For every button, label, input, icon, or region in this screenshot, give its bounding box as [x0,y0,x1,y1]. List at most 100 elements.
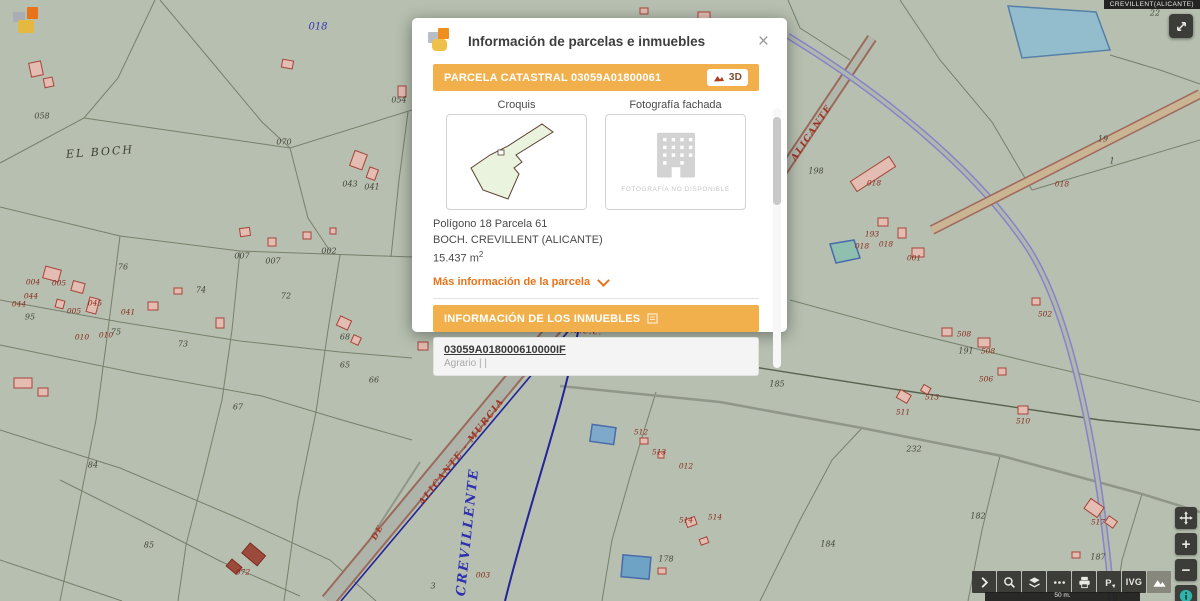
map-label: 22 [1150,9,1160,18]
zoom-out-button[interactable]: − [1175,559,1197,581]
ivg-button[interactable]: IVG [1122,571,1146,593]
map-label: 005 [67,307,81,316]
map-label: 67 [233,403,243,412]
fachada-label: Fotografía fachada [605,99,746,111]
map-label: 018 [867,179,881,188]
croquis-label: Croquis [446,99,587,111]
map-label: 018 [855,242,869,251]
map-label: 513 [925,393,939,402]
logo-yellow-square [18,20,34,33]
map-label: 508 [957,330,971,339]
map-label: 054 [391,96,406,105]
map-label: 73 [178,340,188,349]
inmueble-ref-link[interactable]: 03059A018000610000IF [444,344,748,356]
map-label: 004 [26,278,40,287]
map-label: 85 [144,541,154,550]
map-label: 184 [820,540,835,549]
pin-p-icon: P [1102,575,1117,590]
map-label: 502 [1038,310,1052,319]
view-3d-button[interactable]: 3D [707,69,748,86]
chevron-right-icon [977,575,992,590]
fachada-box: FOTOGRAFÍA NO DISPONIBLE [605,114,746,210]
no-photo-label: FOTOGRAFÍA NO DISPONIBLE [621,186,730,193]
map-label: 76 [118,263,128,272]
layers-icon [1027,575,1042,590]
fullscreen-button[interactable] [1169,14,1193,38]
map-controls: +− [1175,507,1197,601]
scale-bar: 50 m. [985,592,1140,601]
parcel-detail-line1: Polígono 18 Parcela 61 [433,217,759,233]
map-label: 510 [1016,417,1030,426]
printer-icon [1077,575,1092,590]
inmueble-type: Agrario | | [444,358,748,369]
map-label: 010 [75,333,89,342]
modal-header: Información de parcelas e inmuebles × [412,18,787,64]
map-label: 191 [958,347,973,356]
scale-label: 50 m. [1054,593,1070,600]
map-label: 041 [364,183,379,192]
map-label: 198 [808,167,823,176]
map-label: 1 [1109,157,1114,166]
inmuebles-banner: INFORMACIÓN DE LOS INMUEBLES [433,305,759,332]
map-label: 512 [634,428,648,437]
svg-text:P: P [1105,577,1111,587]
map-label: 005 [52,279,66,288]
map-label: 232 [906,445,921,454]
measure-button[interactable] [1047,571,1071,593]
scrollbar-thumb[interactable] [773,117,781,205]
parcel-details: Polígono 18 Parcela 61 BOCH. CREVILLENT … [433,217,759,267]
map-label: 044 [12,300,26,309]
map-label: 010 [99,331,113,340]
info-button[interactable] [1175,585,1197,601]
modal-scrollbar[interactable] [773,108,781,368]
view-3d-label: 3D [729,72,742,83]
info-icon [1178,588,1194,601]
document-icon [647,313,658,324]
ivg-button-label: IVG [1126,577,1142,587]
map-label: 65 [340,361,350,370]
map-label: 187 [1090,553,1105,562]
pin-button[interactable]: P [1097,571,1121,593]
map-label: 043 [342,180,357,189]
map-label: 72 [281,292,291,301]
layers-button[interactable] [1022,571,1046,593]
photo-panels: Croquis Fotografía fachada [433,99,759,210]
terrain-3d-button[interactable] [1147,571,1171,593]
search-button[interactable] [997,571,1021,593]
inmueble-card: 03059A018000610000IF Agrario | | [433,337,759,376]
map-label: 74 [196,286,206,295]
3d-icon [713,73,725,83]
map-label: 193 [865,230,879,239]
inmuebles-banner-label: INFORMACIÓN DE LOS INMUEBLES [444,313,640,325]
print-button[interactable] [1072,571,1096,593]
map-label: 058 [34,112,49,121]
map-label: 018 [1055,180,1069,189]
map-label: 68 [340,333,350,342]
map-label: 508 [981,347,995,356]
building-icon [655,131,697,181]
more-info-link[interactable]: Más información de la parcela [433,276,759,288]
mountain-icon [1152,575,1167,590]
expand-toolbar-button[interactable] [972,571,996,593]
parcel-info-modal: Información de parcelas e inmuebles × PA… [412,18,787,332]
map-label: 178 [658,555,673,564]
close-icon[interactable]: × [754,30,773,53]
map-label: 514 [679,516,693,525]
map-label: 070 [276,138,291,147]
modal-body: PARCELA CATASTRAL 03059A01800061 3D Croq… [412,64,787,376]
parcel-banner: PARCELA CATASTRAL 03059A01800061 3D [433,64,759,91]
zoom-in-button[interactable]: + [1175,533,1197,555]
map-label: 045 [88,299,102,308]
map-label: 002 [321,247,336,256]
divider [433,298,759,299]
pan-button[interactable] [1175,507,1197,529]
map-viewer: 018EL BOCH058070054043041007007002957675… [0,0,1200,601]
parcel-icon-yellow [432,39,447,51]
more-info-label: Más información de la parcela [433,276,590,288]
move-icon [1178,510,1194,526]
zoom-in-button-label: + [1182,536,1191,553]
parcel-icon-orange [438,28,449,39]
parcel-sketch [454,119,580,205]
croquis-box [446,114,587,210]
modal-title: Información de parcelas e inmuebles [468,34,754,49]
